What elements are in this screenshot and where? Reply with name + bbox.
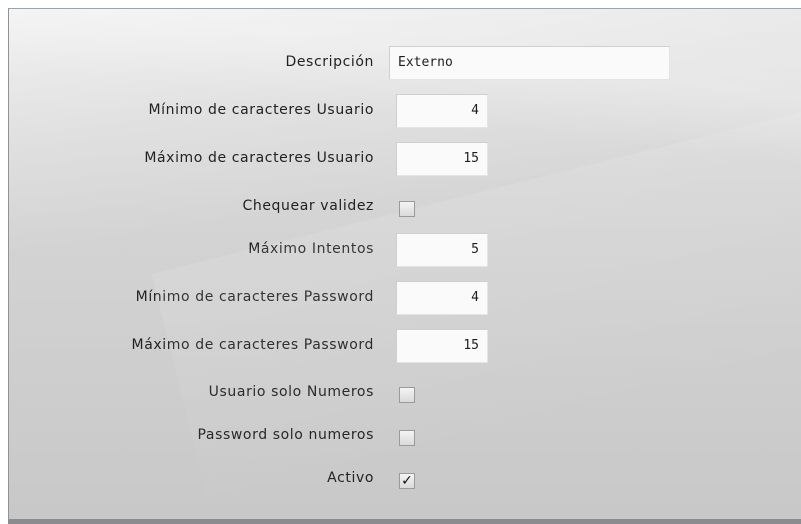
descripcion-input[interactable]: Externo [389, 46, 670, 80]
activo-checkbox[interactable]: ✓ [399, 473, 415, 489]
max-usuario-label: Máximo de caracteres Usuario [144, 150, 374, 166]
row-max-password: Máximo de caracteres Password 15 [9, 329, 794, 363]
row-usuario-solo-numeros: Usuario solo Numeros [9, 376, 794, 410]
max-intentos-label: Máximo Intentos [248, 241, 374, 257]
max-password-label: Máximo de caracteres Password [131, 337, 374, 353]
row-min-password: Mínimo de caracteres Password 4 [9, 281, 794, 315]
min-password-input[interactable]: 4 [396, 281, 488, 315]
usuario-solo-numeros-checkbox[interactable] [399, 387, 415, 403]
descripcion-label: Descripción [285, 54, 374, 70]
max-intentos-input[interactable]: 5 [396, 233, 488, 267]
password-solo-numeros-label: Password solo numeros [197, 427, 374, 443]
row-max-usuario: Máximo de caracteres Usuario 15 [9, 142, 794, 176]
settings-form-panel: Descripción Externo Mínimo de caracteres… [8, 8, 801, 524]
row-descripcion: Descripción Externo [9, 46, 794, 80]
chequear-validez-label: Chequear validez [242, 198, 374, 214]
max-usuario-input[interactable]: 15 [396, 142, 488, 176]
row-min-usuario: Mínimo de caracteres Usuario 4 [9, 94, 794, 128]
check-icon: ✓ [401, 473, 413, 489]
row-activo: Activo ✓ [9, 462, 794, 496]
row-password-solo-numeros: Password solo numeros [9, 419, 794, 453]
row-max-intentos: Máximo Intentos 5 [9, 233, 794, 267]
min-usuario-label: Mínimo de caracteres Usuario [148, 102, 374, 118]
activo-label: Activo [327, 470, 374, 486]
password-solo-numeros-checkbox[interactable] [399, 430, 415, 446]
row-chequear-validez: Chequear validez [9, 190, 794, 224]
usuario-solo-numeros-label: Usuario solo Numeros [208, 384, 374, 400]
min-usuario-input[interactable]: 4 [396, 94, 488, 128]
chequear-validez-checkbox[interactable] [399, 201, 415, 217]
max-password-input[interactable]: 15 [396, 329, 488, 363]
min-password-label: Mínimo de caracteres Password [135, 289, 374, 305]
